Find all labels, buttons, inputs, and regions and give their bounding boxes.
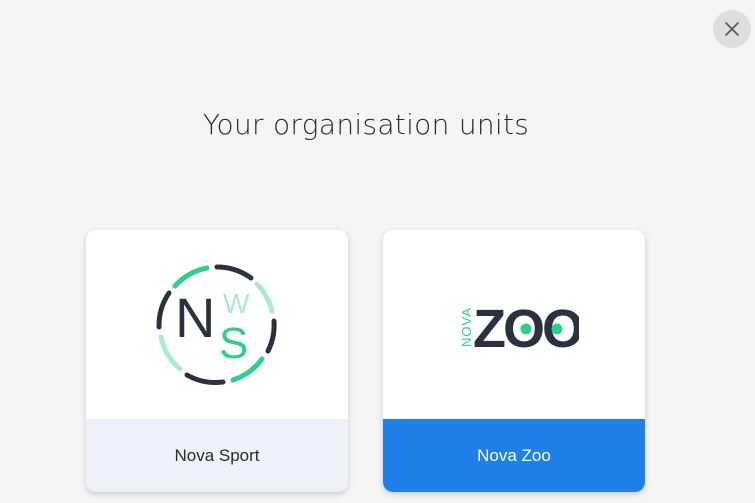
unit-card-label: Nova Sport	[86, 419, 348, 492]
logo-small-text: NOVA	[459, 307, 474, 347]
logo-letter-n: N	[175, 286, 215, 349]
nova-sport-logo: N W S	[156, 264, 277, 385]
logo-letter-s: S	[219, 319, 248, 368]
unit-card-label: Nova Zoo	[383, 419, 645, 492]
nova-zoo-logo-area: NOVA ZOO	[383, 230, 645, 419]
logo-letter-w: W	[223, 288, 250, 319]
zoo-eye-left	[520, 323, 532, 334]
page-title: Your organisation units	[202, 108, 530, 141]
unit-card-nova-zoo[interactable]: NOVA ZOO Nova Zoo	[383, 230, 645, 492]
nova-zoo-logo: NOVA ZOO	[459, 299, 579, 355]
close-button[interactable]	[713, 10, 751, 48]
close-icon	[725, 22, 739, 36]
zoo-eye-right	[551, 323, 563, 334]
nova-sport-logo-area: N W S	[86, 230, 348, 419]
unit-card-nova-sport[interactable]: N W S Nova Sport	[86, 230, 348, 492]
